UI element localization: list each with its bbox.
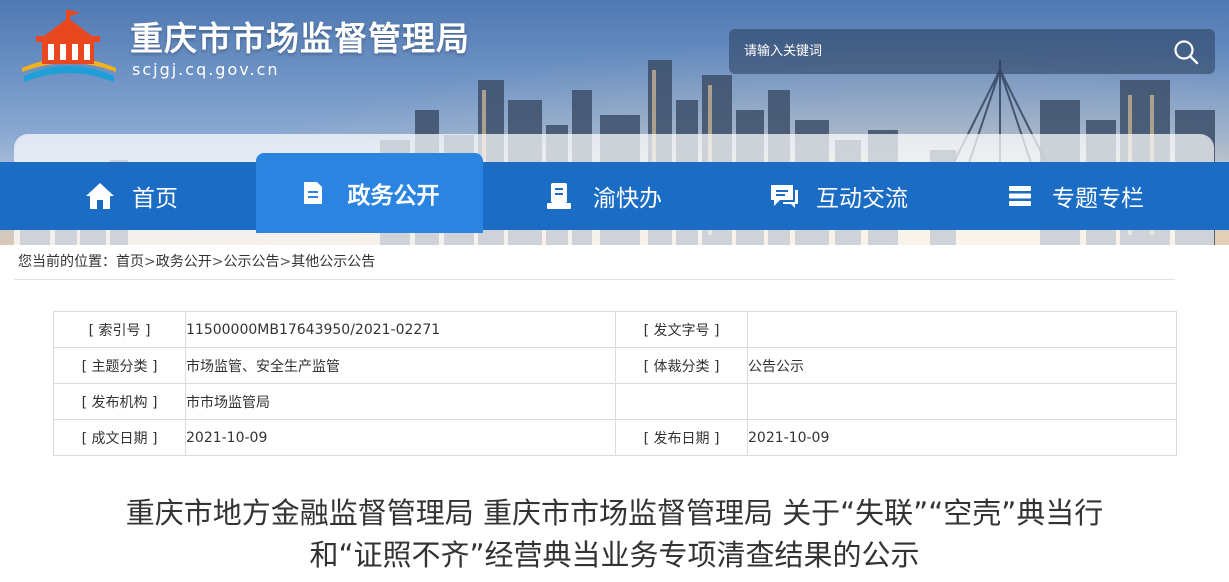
article-title-line-1: 重庆市地方金融监督管理局 重庆市市场监督管理局 关于“失联”“空壳”典当行 <box>125 496 1104 530</box>
breadcrumb-divider <box>14 279 1175 280</box>
breadcrumb-notices[interactable]: 公示公告 <box>223 254 279 270</box>
nav-item-yukuaiban[interactable]: 渝快办 <box>545 162 662 230</box>
document-meta-table: [ 索引号 ] 11500000MB17643950/2021-02271 [ … <box>53 311 1177 456</box>
nav-item-home[interactable]: 首页 <box>84 162 178 230</box>
meta-label-genre: [ 体裁分类 ] <box>615 347 748 384</box>
meta-label-empty <box>615 383 748 420</box>
meta-value-doc-number <box>747 311 1177 348</box>
breadcrumb: 您当前的位置：首页>政务公开>公示公告>其他公示公告 <box>18 251 375 271</box>
site-logo-icon <box>22 10 116 82</box>
breadcrumb-prefix: 您当前的位置： <box>18 254 116 270</box>
table-row: [ 发布机构 ] 市市场监管局 <box>53 383 1177 420</box>
meta-label-index: [ 索引号 ] <box>53 311 186 348</box>
nav-item-label: 首页 <box>132 186 178 212</box>
topics-icon <box>1009 186 1031 206</box>
nav-item-gov-affairs[interactable]: 政务公开 <box>256 153 483 233</box>
search-box <box>729 29 1215 74</box>
meta-value-genre: 公告公示 <box>747 347 1177 384</box>
breadcrumb-separator: > <box>144 254 156 270</box>
search-input[interactable] <box>729 29 1149 74</box>
meta-value-index: 11500000MB17643950/2021-02271 <box>185 311 616 348</box>
breadcrumb-separator: > <box>211 254 224 270</box>
home-icon <box>86 183 114 209</box>
table-row: [ 主题分类 ] 市场监管、安全生产监管 [ 体裁分类 ] 公告公示 <box>53 347 1177 384</box>
nav-item-interaction[interactable]: 互动交流 <box>768 162 908 230</box>
breadcrumb-home[interactable]: 首页 <box>116 254 144 270</box>
nav-item-topics[interactable]: 专题专栏 <box>1006 162 1144 230</box>
meta-label-topic: [ 主题分类 ] <box>53 347 186 384</box>
site-domain: scjgj.cq.gov.cn <box>132 60 280 79</box>
meta-value-topic: 市场监管、安全生产监管 <box>185 347 616 384</box>
nav-item-label: 政务公开 <box>347 183 440 209</box>
table-row: [ 索引号 ] 11500000MB17643950/2021-02271 [ … <box>53 311 1177 348</box>
service-icon <box>547 183 571 209</box>
meta-label-publish-date: [ 发布日期 ] <box>615 419 748 456</box>
breadcrumb-gov-affairs[interactable]: 政务公开 <box>156 254 212 270</box>
article-title: 重庆市地方金融监督管理局 重庆市市场监督管理局 关于“失联”“空壳”典当行 和“… <box>20 492 1209 576</box>
nav-item-label: 专题专栏 <box>1052 186 1144 212</box>
meta-label-doc-number: [ 发文字号 ] <box>615 311 748 348</box>
meta-label-written-date: [ 成文日期 ] <box>53 419 186 456</box>
nav-item-label: 互动交流 <box>816 186 908 212</box>
article-title-line-2: 和“证照不齐”经营典当业务专项清查结果的公示 <box>309 538 920 572</box>
nav-item-label: 渝快办 <box>593 186 662 212</box>
meta-value-written-date: 2021-10-09 <box>185 419 616 456</box>
search-icon[interactable] <box>1173 39 1199 65</box>
breadcrumb-other-notices[interactable]: 其他公示公告 <box>291 254 375 270</box>
meta-value-publish-date: 2021-10-09 <box>747 419 1177 456</box>
chat-icon <box>771 185 798 208</box>
document-icon <box>303 182 322 204</box>
meta-label-publisher: [ 发布机构 ] <box>53 383 186 420</box>
meta-value-publisher: 市市场监管局 <box>185 383 616 420</box>
site-title: 重庆市市场监督管理局 <box>130 19 470 58</box>
table-row: [ 成文日期 ] 2021-10-09 [ 发布日期 ] 2021-10-09 <box>53 419 1177 456</box>
breadcrumb-separator: > <box>279 254 292 270</box>
meta-value-empty <box>747 383 1177 420</box>
